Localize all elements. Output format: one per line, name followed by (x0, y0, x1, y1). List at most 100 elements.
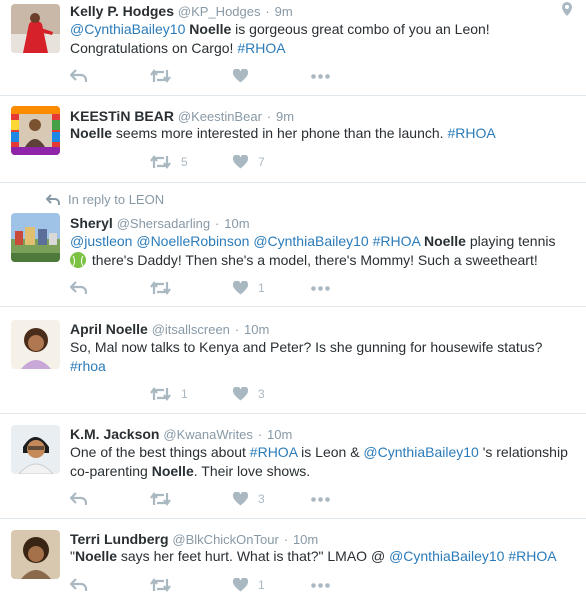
retweet-icon (150, 69, 171, 83)
author-name[interactable]: Sheryl (70, 215, 113, 231)
timestamp[interactable]: 10m (267, 427, 292, 442)
mention-link[interactable]: @CynthiaBailey10 (389, 548, 504, 564)
mention-link[interactable]: @CynthiaBailey10 (70, 21, 185, 37)
author-name[interactable]: K.M. Jackson (70, 426, 159, 442)
retweet-button[interactable]: 1 (150, 385, 188, 403)
retweet-count: 5 (181, 155, 188, 169)
mention-link[interactable]: @CynthiaBailey10 (253, 233, 368, 249)
author-name[interactable]: Kelly P. Hodges (70, 3, 174, 19)
separator-dot: · (215, 216, 220, 231)
in-reply-to[interactable]: In reply to LEON (46, 192, 164, 207)
tweet-text: One of the best things about #RHOA is Le… (70, 444, 568, 479)
like-button[interactable]: 1 (233, 279, 265, 297)
author-handle[interactable]: @KeestinBear (178, 109, 262, 124)
retweet-button[interactable] (150, 279, 181, 297)
reply-button[interactable] (70, 67, 87, 85)
like-count: 3 (258, 387, 265, 401)
retweet-count: 1 (181, 387, 188, 401)
heart-icon (233, 281, 248, 295)
heart-icon (233, 69, 248, 83)
heart-icon (233, 492, 248, 506)
retweet-button[interactable] (150, 576, 181, 594)
location-pin-icon[interactable] (562, 2, 572, 19)
hashtag-link[interactable]: #RHOA (237, 40, 285, 56)
like-count: 1 (258, 578, 265, 592)
like-button[interactable]: 3 (233, 385, 265, 403)
timestamp[interactable]: 9m (276, 109, 294, 124)
tweet-text: So, Mal now talks to Kenya and Peter? Is… (70, 339, 543, 374)
author-handle[interactable]: @itsallscreen (152, 322, 230, 337)
author-name[interactable]: April Noelle (70, 321, 148, 337)
avatar[interactable] (11, 530, 60, 579)
like-count: 1 (258, 281, 265, 295)
author-name[interactable]: Terri Lundberg (70, 531, 169, 547)
like-button[interactable]: 7 (233, 153, 265, 171)
more-options-button[interactable] (311, 67, 330, 85)
tweet[interactable]: In reply to LEON Sheryl @Shersadarling ·… (0, 183, 586, 307)
avatar[interactable] (11, 320, 60, 369)
highlighted-term: Noelle (74, 548, 117, 564)
tweet-feed: Kelly P. Hodges @KP_Hodges · 9m @Cynthia… (0, 0, 586, 603)
more-options-button[interactable] (311, 490, 330, 508)
retweet-icon (150, 492, 171, 506)
heart-icon (233, 387, 248, 401)
reply-icon (70, 69, 87, 82)
highlighted-term: Noelle (70, 125, 113, 141)
author-handle[interactable]: @KP_Hodges (178, 4, 261, 19)
hashtag-link[interactable]: #rhoa (70, 358, 106, 374)
hashtag-link[interactable]: #RHOA (447, 125, 495, 141)
mention-link[interactable]: @NoelleRobinson (136, 233, 249, 249)
mention-link[interactable]: @CynthiaBailey10 (363, 444, 478, 460)
heart-icon (233, 578, 248, 592)
separator-dot: · (266, 109, 272, 124)
retweet-button[interactable] (150, 67, 181, 85)
heart-icon (233, 155, 248, 169)
timestamp[interactable]: 10m (244, 322, 269, 337)
tweet-text: @CynthiaBailey10 Noelle is gorgeous grea… (70, 21, 490, 56)
avatar[interactable] (11, 213, 60, 262)
like-button[interactable]: 3 (233, 490, 265, 508)
retweet-icon (150, 578, 171, 592)
more-options-button[interactable] (311, 576, 330, 594)
timestamp[interactable]: 10m (293, 532, 318, 547)
author-handle[interactable]: @BlkChickOnTour (172, 532, 278, 547)
retweet-icon (150, 281, 171, 295)
reply-button[interactable] (70, 490, 87, 508)
like-button[interactable] (233, 67, 258, 85)
author-handle[interactable]: @KwanaWrites (163, 427, 253, 442)
retweet-button[interactable]: 5 (150, 153, 188, 171)
avatar[interactable] (11, 425, 60, 474)
hashtag-link[interactable]: #RHOA (508, 548, 556, 564)
like-count: 3 (258, 492, 265, 506)
retweet-button[interactable] (150, 490, 181, 508)
separator-dot: · (265, 4, 270, 19)
tennis-ball-icon (70, 252, 86, 268)
hashtag-link[interactable]: #RHOA (373, 233, 420, 249)
tweet[interactable]: Kelly P. Hodges @KP_Hodges · 9m @Cynthia… (0, 0, 586, 96)
tweet[interactable]: KEESTiN BEAR @KeestinBear · 9m Noelle se… (0, 96, 586, 183)
reply-icon (70, 492, 87, 505)
author-name[interactable]: KEESTiN BEAR (70, 108, 174, 124)
tweet-text: Noelle seems more interested in her phon… (70, 125, 496, 141)
like-button[interactable]: 1 (233, 576, 265, 594)
tweet[interactable]: K.M. Jackson @KwanaWrites · 10m One of t… (0, 414, 586, 519)
more-options-button[interactable] (311, 279, 330, 297)
timestamp[interactable]: 10m (224, 216, 249, 231)
author-handle[interactable]: @Shersadarling (117, 216, 210, 231)
reply-button[interactable] (70, 576, 87, 594)
avatar[interactable] (11, 4, 60, 53)
tweet-text: @justleon @NoelleRobinson @CynthiaBailey… (70, 233, 556, 268)
reply-arrow-icon (46, 193, 60, 205)
reply-button[interactable] (70, 279, 87, 297)
retweet-icon (150, 387, 171, 401)
hashtag-link[interactable]: #RHOA (250, 444, 297, 460)
avatar[interactable] (11, 106, 60, 155)
separator-dot: · (257, 427, 263, 442)
tweet[interactable]: April Noelle @itsallscreen · 10m So, Mal… (0, 307, 586, 414)
tweet[interactable]: Terri Lundberg @BlkChickOnTour · 10m "No… (0, 519, 586, 603)
separator-dot: · (283, 532, 289, 547)
reply-icon (70, 281, 87, 294)
more-dots-icon (311, 582, 330, 588)
mention-link[interactable]: @justleon (70, 233, 132, 249)
timestamp[interactable]: 9m (275, 4, 293, 19)
